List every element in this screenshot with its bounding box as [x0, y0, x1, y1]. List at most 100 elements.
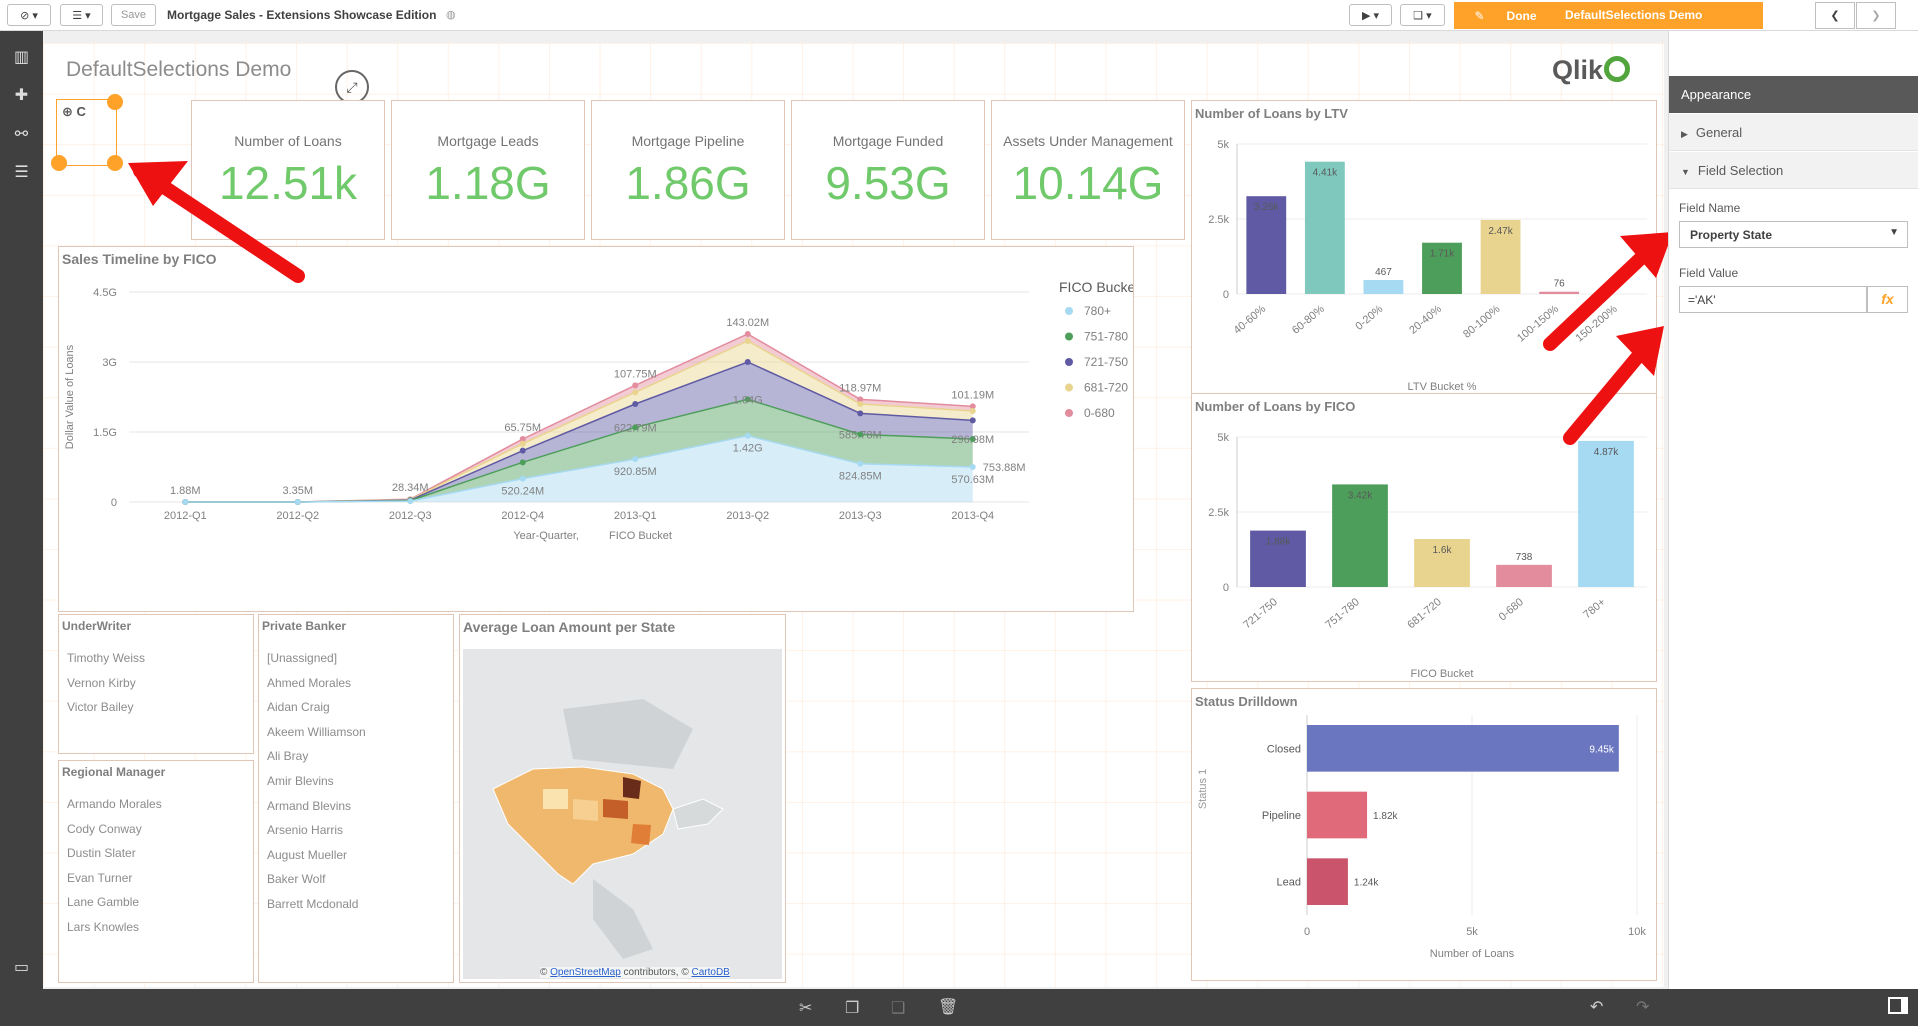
list-item[interactable]: Dustin Slater — [67, 846, 136, 860]
charts-icon[interactable]: ▥ — [0, 43, 43, 71]
data-point — [632, 456, 639, 463]
data-point — [969, 464, 976, 470]
list-item[interactable]: Armand Blevins — [267, 799, 351, 813]
x-tick-label: 0-20% — [1353, 303, 1385, 333]
data-point — [857, 410, 864, 417]
redo-icon[interactable]: ↷ — [1636, 997, 1649, 1017]
legend-swatch — [1065, 409, 1073, 417]
toggle-properties-icon[interactable] — [1888, 997, 1908, 1014]
map[interactable] — [463, 649, 782, 979]
done-button[interactable]: ✎ Done — [1454, 2, 1557, 29]
data-label: 1.24k — [1354, 878, 1379, 889]
puzzle-icon[interactable]: ✚ — [0, 81, 43, 109]
next-sheet-button[interactable]: ❯ — [1856, 2, 1896, 29]
field-selection-section[interactable]: ▼ Field Selection — [1669, 152, 1918, 189]
list-item[interactable]: Vernon Kirby — [67, 676, 136, 690]
x-tick-label: 2012-Q3 — [389, 510, 432, 522]
bar — [1304, 161, 1345, 294]
list-item[interactable]: Lane Gamble — [67, 895, 139, 909]
y-tick-label: 1.5G — [93, 427, 117, 439]
paste-icon[interactable]: ❏ — [891, 998, 905, 1018]
kpi-mortgage-funded[interactable]: Mortgage Funded 9.53G — [791, 100, 985, 240]
area-chart: 4.5G 3G 1.5G 0 Dollar Value of Loans 2012-Q1 2… — [64, 279, 1133, 542]
list-item[interactable]: Arsenio Harris — [267, 823, 343, 837]
data-point — [519, 440, 526, 447]
x-tick-label: 0 — [1304, 926, 1310, 938]
x-tick-label: 2012-Q1 — [164, 510, 207, 522]
y-tick-label: 5k — [1217, 432, 1229, 444]
copy-icon[interactable]: ❐ — [845, 998, 859, 1018]
data-point — [744, 331, 751, 337]
data-label: 520.24M — [501, 486, 544, 498]
map-panel[interactable]: Average Loan Amount per State © OpenStre… — [459, 614, 786, 983]
delete-icon[interactable]: 🗑 — [938, 997, 958, 1017]
present-button[interactable]: ▶ ▾ — [1349, 4, 1392, 26]
app-menu-button[interactable]: ☰ ▾ — [60, 4, 103, 26]
previous-sheet-button[interactable]: ❮ — [1815, 2, 1855, 29]
resize-handle[interactable] — [107, 155, 123, 171]
kpi-mortgage-pipeline[interactable]: Mortgage Pipeline 1.86G — [591, 100, 785, 240]
sheet-canvas: DefaultSelections Demo ⤢ Qlik ⊕ C Number… — [43, 43, 1664, 987]
kpi-assets-under-management[interactable]: Assets Under Management 10.14G — [991, 100, 1185, 240]
save-button[interactable]: Save — [111, 4, 156, 26]
cut-icon[interactable]: ✂ — [799, 998, 812, 1018]
sheet-overview-icon[interactable]: ▦▾ — [1776, 7, 1793, 21]
list-item[interactable]: Timothy Weiss — [67, 651, 145, 665]
list-item[interactable]: Armando Morales — [67, 797, 162, 811]
resize-handle[interactable] — [107, 94, 123, 110]
list-item[interactable]: Baker Wolf — [267, 872, 325, 886]
x-axis-title: FICO Bucket — [609, 530, 672, 542]
x-tick-label: 721-750 — [1241, 596, 1280, 631]
bookmark-button[interactable]: ❑ ▾ — [1400, 4, 1445, 26]
y-tick-label: Closed — [1267, 743, 1301, 755]
data-point — [969, 417, 976, 424]
status-drilldown-chart[interactable]: Status Drilldown 0 5k 10k Closed 9.45k Pipelin… — [1191, 688, 1657, 981]
regional-manager-filter[interactable]: Regional Manager Armando Morales Cody Con… — [58, 760, 254, 983]
expression-editor-button[interactable]: fx — [1867, 286, 1908, 313]
field-name-select[interactable]: Property State ▼ — [1679, 221, 1908, 248]
underwriter-filter[interactable]: UnderWriter Timothy Weiss Vernon Kirby Vic… — [58, 614, 254, 754]
navigation-menu-button[interactable]: ⊘ ▾ — [7, 4, 51, 26]
x-tick-label: 5k — [1466, 926, 1478, 938]
database-icon[interactable]: ☰ — [0, 158, 43, 186]
list-item[interactable]: August Mueller — [267, 848, 347, 862]
private-banker-filter[interactable]: Private Banker [Unassigned] Ahmed Morales… — [258, 614, 454, 983]
undo-icon[interactable]: ↶ — [1590, 997, 1603, 1017]
general-section[interactable]: ▶ General — [1669, 114, 1918, 151]
y-tick-label: Lead — [1277, 877, 1301, 889]
bookmark-icon: ❑ — [1413, 9, 1424, 22]
link-icon[interactable]: ⚯ — [0, 120, 43, 148]
list-item[interactable]: Aidan Craig — [267, 700, 330, 714]
field-value-input[interactable]: ='AK' — [1679, 286, 1867, 313]
data-label: 738 — [1516, 552, 1533, 563]
list-item[interactable]: Ahmed Morales — [267, 676, 351, 690]
list-item[interactable]: Amir Blevins — [267, 774, 334, 788]
list-item[interactable]: Evan Turner — [67, 871, 132, 885]
kpi-mortgage-leads[interactable]: Mortgage Leads 1.18G — [391, 100, 585, 240]
y-tick-label: 5k — [1217, 139, 1229, 151]
chevron-down-icon: ▾ — [32, 9, 38, 22]
list-item[interactable]: Cody Conway — [67, 822, 142, 836]
data-model-icon[interactable]: ▭ — [0, 953, 43, 981]
pencil-icon: ✎ — [1474, 8, 1485, 23]
resize-handle[interactable] — [51, 155, 67, 171]
list-item[interactable]: Barrett Mcdonald — [267, 897, 358, 911]
carto-link[interactable]: CartoDB — [692, 967, 730, 978]
list-item[interactable]: Lars Knowles — [67, 920, 139, 934]
list-item[interactable]: Ali Bray — [267, 749, 308, 763]
list-item[interactable]: Akeem Williamson — [267, 725, 366, 739]
expand-icon[interactable]: ⤢ — [335, 70, 369, 104]
list-item[interactable]: Victor Bailey — [67, 700, 133, 714]
osm-link[interactable]: OpenStreetMap — [550, 967, 621, 978]
data-point — [744, 359, 751, 365]
chevron-right-icon: ▶ — [1681, 129, 1688, 139]
data-label: 296.98M — [951, 434, 994, 446]
bar — [1578, 440, 1634, 587]
sales-timeline-chart[interactable]: Sales Timeline by FICO 4.5G 3G 1.5G 0 Dollar… — [58, 246, 1134, 612]
y-axis-title: Status 1 — [1197, 769, 1209, 809]
bar — [1496, 564, 1552, 587]
appearance-header[interactable]: Appearance — [1669, 76, 1918, 113]
list-item[interactable]: [Unassigned] — [267, 651, 337, 665]
annotation-arrow — [128, 161, 305, 283]
default-selections-extension[interactable]: ⊕ C — [51, 94, 123, 171]
